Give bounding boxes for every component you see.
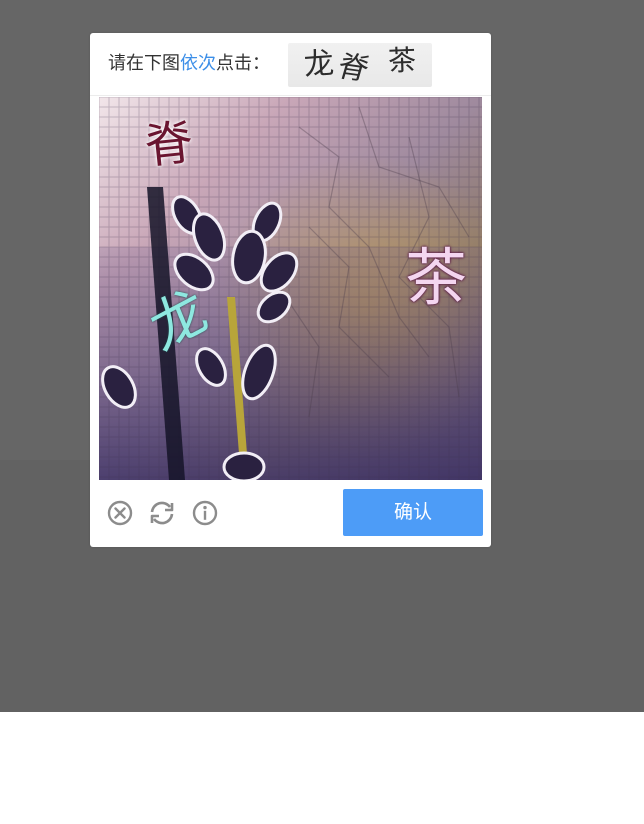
close-button[interactable] [106, 499, 134, 527]
instruction-prefix: 请在下图 [108, 53, 180, 74]
instruction-highlight: 依次 [180, 53, 216, 74]
instruction-suffix: 点击： [216, 53, 270, 74]
image-char-3[interactable]: 茶 [405, 247, 467, 309]
captcha-dialog: 请在下图依次点击： 龙 脊 茶 脊 龙 茶 确认 [90, 33, 491, 547]
target-char-3: 茶 [387, 43, 417, 78]
info-button[interactable] [191, 499, 219, 527]
captcha-header: 请在下图依次点击： 龙 脊 茶 [90, 33, 491, 96]
confirm-button[interactable]: 确认 [343, 489, 483, 536]
info-icon [192, 500, 218, 526]
captcha-instruction: 请在下图依次点击： [108, 51, 270, 77]
target-char-2: 脊 [333, 49, 373, 87]
target-characters-strip: 龙 脊 茶 [288, 43, 432, 87]
refresh-button[interactable] [148, 499, 176, 527]
close-icon [107, 500, 133, 526]
refresh-icon [150, 501, 174, 525]
image-char-1[interactable]: 脊 [142, 115, 196, 176]
target-char-1: 龙 [302, 45, 336, 84]
captcha-image[interactable]: 脊 龙 茶 [99, 97, 482, 480]
